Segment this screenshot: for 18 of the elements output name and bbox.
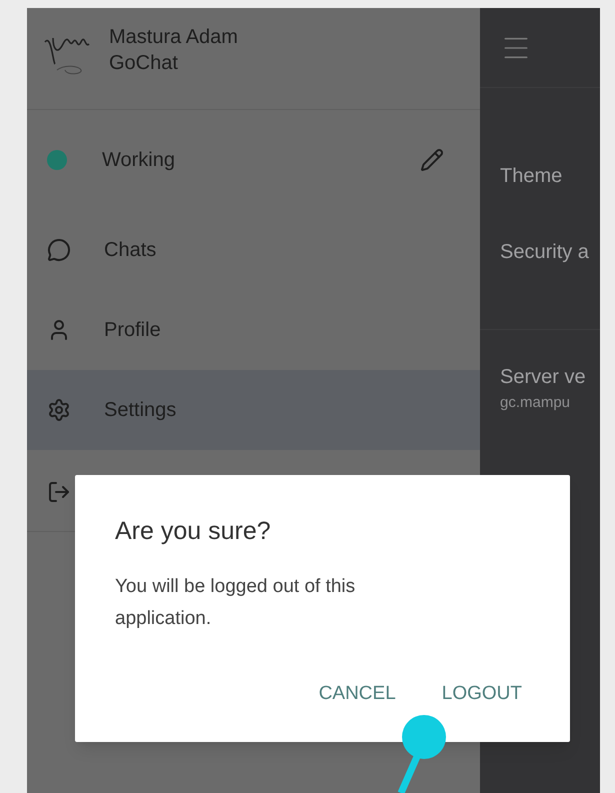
dialog-title: Are you sure?	[115, 516, 272, 547]
setting-label[interactable]: Security a	[500, 237, 600, 267]
dialog-button[interactable]: CANCEL	[310, 676, 404, 712]
chat-bubble-icon	[47, 238, 71, 262]
status-label: Working	[102, 148, 175, 173]
setting-label[interactable]: Server ve	[500, 362, 600, 392]
settings-icon	[47, 398, 71, 422]
logout-icon	[47, 480, 71, 504]
pencil-icon	[420, 148, 444, 172]
user-name: Mastura Adam	[109, 25, 238, 50]
dialog-button[interactable]: LOGOUT	[434, 676, 530, 712]
drawer-item[interactable]: Settings	[27, 370, 480, 450]
drawer-item[interactable]: Profile	[27, 290, 480, 370]
setting-label[interactable]: Theme	[500, 161, 600, 191]
app-name: GoChat	[109, 51, 179, 76]
drawer-item[interactable]: Chats	[27, 210, 480, 290]
setting-value: gc.mampu	[500, 392, 572, 413]
dialog-message: You will be logged out of this application.	[115, 574, 356, 630]
